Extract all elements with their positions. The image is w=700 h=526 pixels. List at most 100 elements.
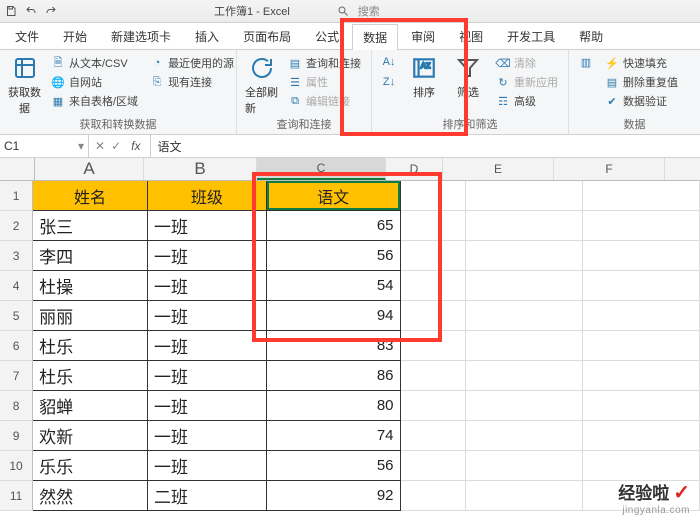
tab-help[interactable]: 帮助 <box>568 23 614 49</box>
cell[interactable]: 94 <box>267 301 401 331</box>
recent-sources-button[interactable]: ◔最近使用的源 <box>148 54 236 72</box>
search-icon[interactable] <box>336 4 350 18</box>
cell[interactable] <box>466 451 583 481</box>
undo-icon[interactable] <box>24 4 38 18</box>
get-data-button[interactable]: 获取数 据 <box>8 54 41 116</box>
cell[interactable] <box>401 271 467 301</box>
cell[interactable]: 杜乐 <box>33 331 148 361</box>
cell[interactable] <box>583 301 700 331</box>
cell[interactable]: 乐乐 <box>33 451 148 481</box>
cell[interactable] <box>583 421 700 451</box>
row-header[interactable]: 3 <box>0 241 33 271</box>
col-header-C[interactable]: C <box>257 158 386 180</box>
cell-E1[interactable] <box>466 181 583 211</box>
enter-icon[interactable]: ✓ <box>111 139 121 153</box>
from-text-button[interactable]: 🗎从文本/CSV <box>49 54 140 72</box>
cell[interactable]: 56 <box>267 451 401 481</box>
reapply-button[interactable]: ↻重新应用 <box>494 73 560 91</box>
text-to-col-button[interactable]: ▥ <box>577 54 595 70</box>
sort-desc-button[interactable]: Z↓ <box>380 74 398 90</box>
queries-button[interactable]: ▤查询和连接 <box>286 54 363 72</box>
cell-C1[interactable]: 语文 <box>267 181 401 211</box>
cell[interactable] <box>466 421 583 451</box>
edit-links-button[interactable]: ⧉编辑链接 <box>286 92 363 110</box>
cell[interactable] <box>583 331 700 361</box>
cell[interactable] <box>466 361 583 391</box>
flash-fill-button[interactable]: ⚡快速填充 <box>603 54 680 72</box>
save-icon[interactable] <box>4 4 18 18</box>
refresh-all-button[interactable]: 全部刷新 <box>245 54 278 116</box>
cell[interactable]: 一班 <box>148 361 267 391</box>
tab-insert[interactable]: 插入 <box>184 23 230 49</box>
sort-asc-button[interactable]: A↓ <box>380 54 398 70</box>
cell[interactable]: 56 <box>267 241 401 271</box>
cell[interactable] <box>401 421 467 451</box>
cell[interactable]: 一班 <box>148 241 267 271</box>
select-all-corner[interactable] <box>0 158 35 181</box>
row-header[interactable]: 10 <box>0 451 33 481</box>
tab-file[interactable]: 文件 <box>4 23 50 49</box>
data-validation-button[interactable]: ✔数据验证 <box>603 92 680 110</box>
clear-button[interactable]: ⌫清除 <box>494 54 560 72</box>
properties-button[interactable]: ☰属性 <box>286 73 363 91</box>
row-header[interactable]: 7 <box>0 361 33 391</box>
cell[interactable] <box>583 271 700 301</box>
cell[interactable] <box>401 391 467 421</box>
cell[interactable]: 一班 <box>148 451 267 481</box>
cell[interactable] <box>583 391 700 421</box>
cell[interactable] <box>401 301 467 331</box>
row-header[interactable]: 5 <box>0 301 33 331</box>
row-header[interactable]: 6 <box>0 331 33 361</box>
cell[interactable] <box>401 211 467 241</box>
cell[interactable]: 83 <box>267 331 401 361</box>
row-header[interactable]: 2 <box>0 211 33 241</box>
cell[interactable] <box>466 481 583 511</box>
row-header[interactable]: 9 <box>0 421 33 451</box>
cell[interactable] <box>466 391 583 421</box>
search-placeholder[interactable]: 搜索 <box>358 3 380 19</box>
cell[interactable] <box>466 301 583 331</box>
existing-conn-button[interactable]: ⎘现有连接 <box>148 73 236 91</box>
row-header[interactable]: 11 <box>0 481 33 511</box>
formula-bar[interactable]: 语文 <box>150 135 700 157</box>
cell-B1[interactable]: 班级 <box>148 181 267 211</box>
cell[interactable]: 65 <box>267 211 401 241</box>
advanced-button[interactable]: ☶高级 <box>494 92 560 110</box>
cell[interactable] <box>466 241 583 271</box>
cell[interactable]: 一班 <box>148 391 267 421</box>
row-header[interactable]: 8 <box>0 391 33 421</box>
tab-review[interactable]: 审阅 <box>400 23 446 49</box>
cell[interactable] <box>401 481 467 511</box>
cell[interactable]: 杜乐 <box>33 361 148 391</box>
tab-home[interactable]: 开始 <box>52 23 98 49</box>
cell[interactable]: 一班 <box>148 331 267 361</box>
cell[interactable]: 然然 <box>33 481 148 511</box>
cell[interactable]: 80 <box>267 391 401 421</box>
tab-addin[interactable]: 新建选项卡 <box>100 23 182 49</box>
row-header[interactable]: 1 <box>0 181 33 211</box>
cell[interactable] <box>401 361 467 391</box>
cell[interactable] <box>401 451 467 481</box>
cell[interactable]: 一班 <box>148 271 267 301</box>
row-header[interactable]: 4 <box>0 271 33 301</box>
fx-icon[interactable]: fx <box>127 139 144 153</box>
col-header-D[interactable]: D <box>386 158 443 180</box>
from-web-button[interactable]: 🌐自网站 <box>49 73 140 91</box>
cell[interactable]: 一班 <box>148 421 267 451</box>
sort-button[interactable]: AZ 排序 <box>406 54 442 100</box>
cell-F1[interactable] <box>583 181 700 211</box>
cell[interactable]: 二班 <box>148 481 267 511</box>
tab-view[interactable]: 视图 <box>448 23 494 49</box>
col-header-B[interactable]: B <box>144 158 257 180</box>
col-header-F[interactable]: F <box>554 158 665 180</box>
cell[interactable]: 74 <box>267 421 401 451</box>
cell[interactable] <box>583 361 700 391</box>
name-box[interactable]: C1 ▾ <box>0 135 89 157</box>
tab-dev[interactable]: 开发工具 <box>496 23 566 49</box>
cell-D1[interactable] <box>401 181 467 211</box>
cell[interactable] <box>466 211 583 241</box>
filter-button[interactable]: 筛选 <box>450 54 486 100</box>
cell[interactable] <box>466 271 583 301</box>
cell[interactable]: 丽丽 <box>33 301 148 331</box>
col-header-A[interactable]: A <box>35 158 144 180</box>
